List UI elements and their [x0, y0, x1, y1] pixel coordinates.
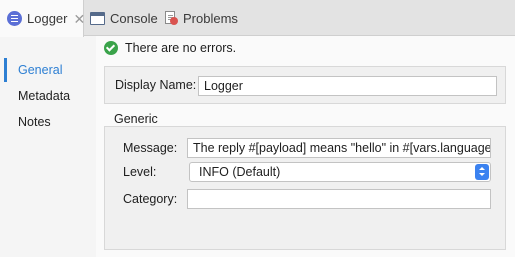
sidebar-active-indicator — [4, 58, 7, 82]
display-name-input[interactable]: Logger — [198, 76, 497, 96]
tab-logger-label: Logger — [27, 11, 68, 26]
console-icon — [90, 11, 105, 25]
sidebar-item-general[interactable]: General — [18, 61, 62, 79]
sidebar: General Metadata Notes — [0, 36, 96, 257]
level-label: Level: — [123, 165, 157, 179]
close-icon[interactable]: ✕ — [73, 12, 85, 26]
generic-section: Message: The reply #[payload] means "hel… — [104, 126, 506, 250]
tab-console[interactable]: Console — [90, 0, 158, 36]
message-input[interactable]: The reply #[payload] means "hello" in #[… — [187, 138, 491, 158]
validation-status: There are no errors. — [104, 39, 236, 57]
logger-icon — [7, 11, 22, 26]
level-select[interactable]: INFO (Default) — [189, 162, 491, 182]
problems-icon — [164, 11, 178, 25]
tab-problems[interactable]: Problems — [164, 0, 238, 36]
tab-logger[interactable]: Logger ✕ — [0, 0, 85, 37]
display-name-section: Display Name: Logger — [104, 66, 506, 104]
category-label: Category: — [123, 192, 178, 206]
category-input[interactable] — [187, 189, 491, 209]
sidebar-item-metadata[interactable]: Metadata — [18, 87, 70, 105]
sidebar-item-notes[interactable]: Notes — [18, 113, 51, 131]
select-arrows-icon — [475, 164, 489, 180]
tab-problems-label: Problems — [183, 10, 238, 26]
message-label: Message: — [123, 141, 178, 155]
tab-console-label: Console — [110, 10, 158, 26]
display-name-label: Display Name: — [115, 78, 197, 92]
generic-group-title: Generic — [114, 112, 158, 126]
level-select-value: INFO (Default) — [199, 165, 281, 179]
editor-tab-bar: Logger ✕ Console Problems — [0, 0, 515, 37]
status-text: There are no errors. — [125, 41, 237, 55]
properties-panel: General Metadata Notes There are no erro… — [0, 36, 515, 257]
check-circle-icon — [104, 41, 118, 55]
